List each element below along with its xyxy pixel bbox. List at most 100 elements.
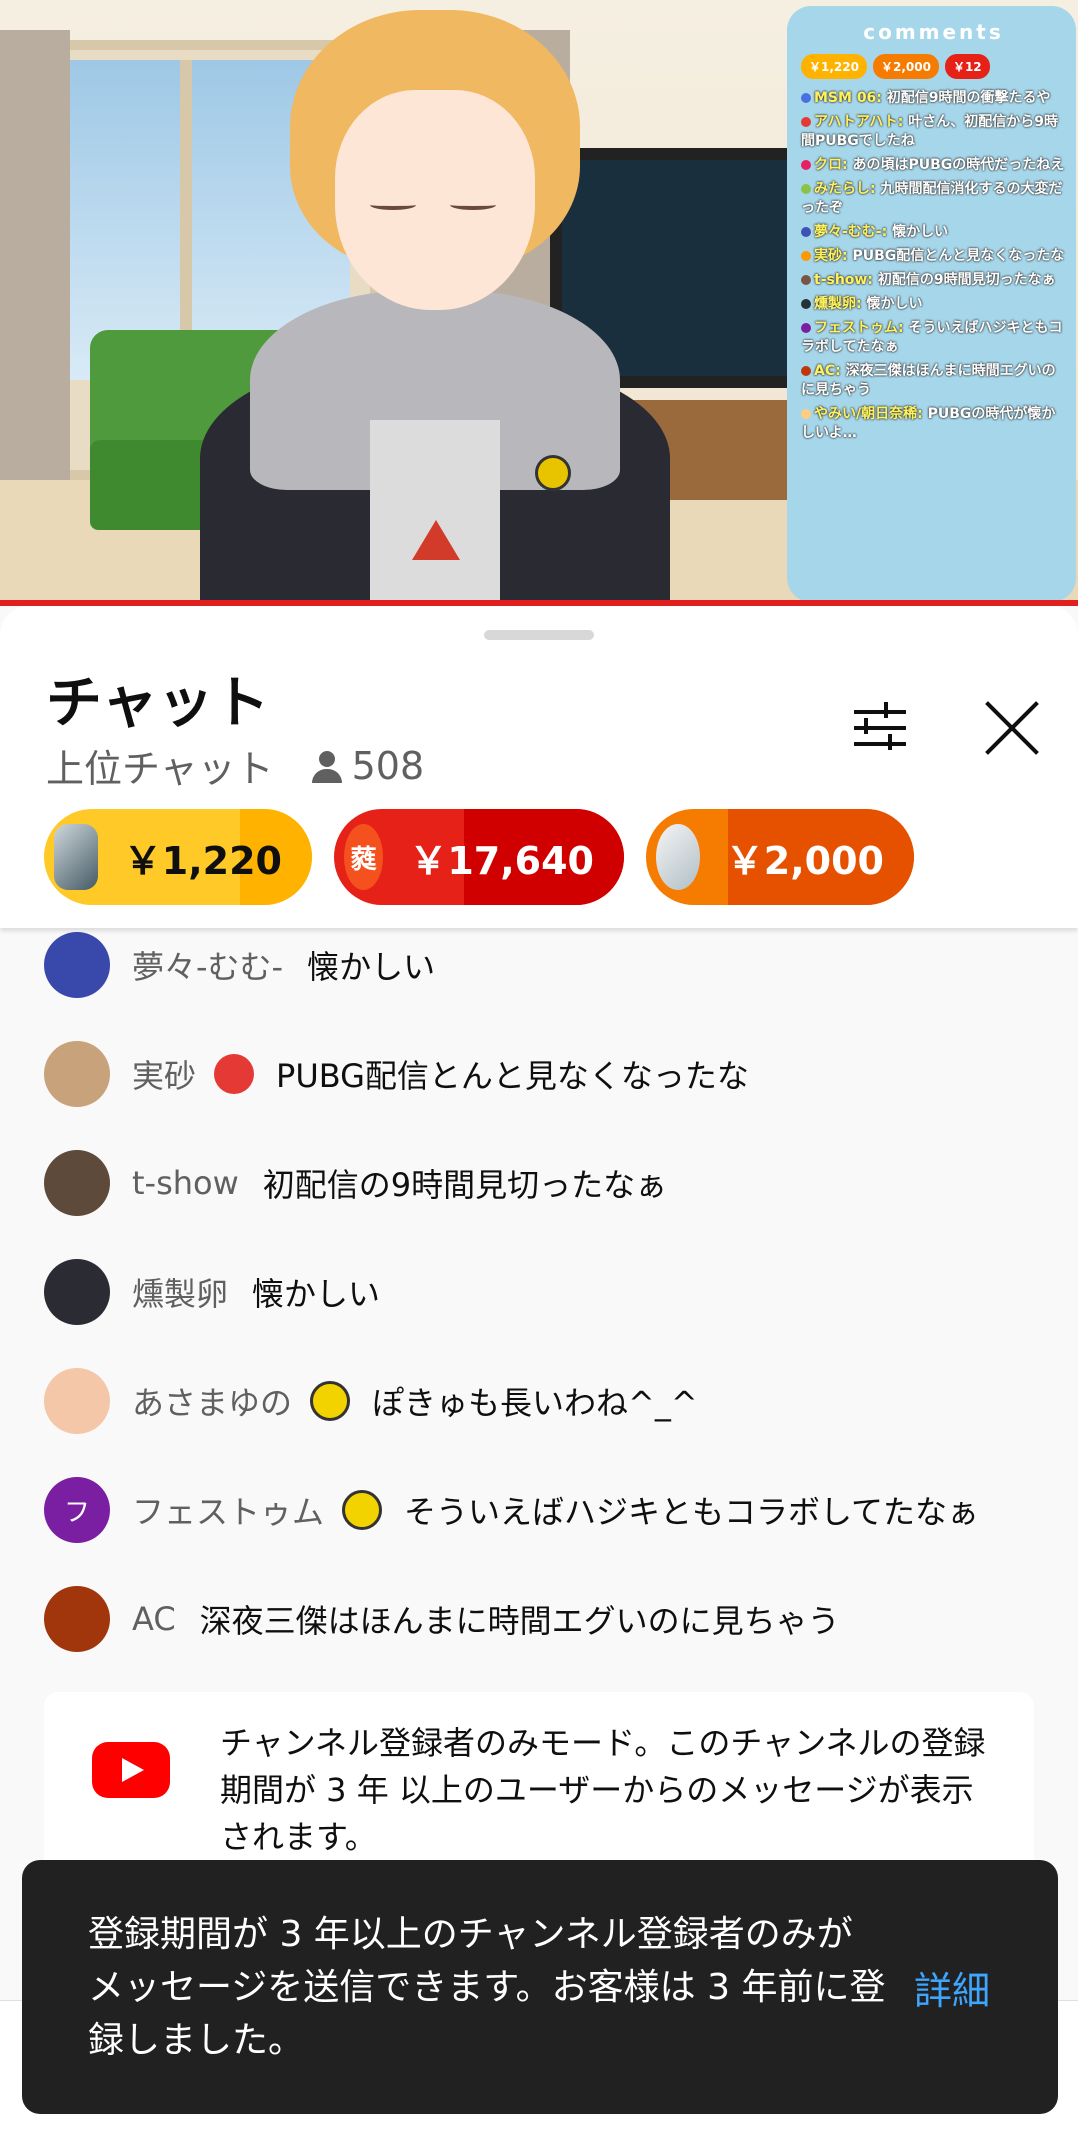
- details-link[interactable]: 詳細: [914, 1960, 990, 2015]
- avatar: [54, 824, 98, 890]
- viewer-count: 508: [351, 743, 425, 788]
- chat-message[interactable]: あさまゆの ぽきゅも長いわね^_^: [44, 1368, 698, 1434]
- avatar[interactable]: [44, 1586, 110, 1652]
- overlay-comment: t-show: 初配信の9時間見切ったなぁ: [801, 271, 1066, 290]
- overlay-comment: クロ: あの頃はPUBGの時代だったねえ: [801, 156, 1066, 175]
- super-chat-amount: ￥1,220: [123, 838, 282, 883]
- overlay-comment-author: クロ:: [814, 157, 848, 173]
- member-badge-icon: [310, 1381, 351, 1421]
- youtube-logo-icon: [92, 1742, 170, 1798]
- overlay-comment-text: 懐かしい: [892, 224, 949, 240]
- overlay-comment: 燻製卵: 懐かしい: [801, 295, 1066, 314]
- chat-message[interactable]: 夢々-むむ- 懐かしい: [44, 932, 435, 998]
- video-player[interactable]: comments ￥1,220 ￥2,000 ￥12 MSM 06: 初配信9時…: [0, 0, 1078, 606]
- overlay-chip: ￥1,220: [801, 54, 867, 79]
- overlay-comment-author: MSM 06:: [814, 90, 882, 106]
- avatar: 蕤: [344, 824, 384, 890]
- super-chat-chip[interactable]: 蕤 ￥17,640: [334, 809, 624, 905]
- person-icon: [310, 749, 344, 783]
- chat-message[interactable]: フフェストゥム そういえばハジキともコラボしてたなぁ: [44, 1477, 979, 1543]
- message-author[interactable]: フェストゥム: [132, 1487, 324, 1533]
- member-badge-icon: [342, 1490, 383, 1530]
- overlay-comment-text: PUBG配信とんと見なくなったな: [852, 248, 1065, 264]
- overlay-title: comments: [863, 20, 1004, 44]
- overlay-comment-author: 実砂:: [814, 248, 848, 264]
- avatar[interactable]: [44, 1041, 110, 1107]
- message-text: 初配信の9時間見切ったなぁ: [262, 1166, 668, 1204]
- overlay-comment: 実砂: PUBG配信とんと見なくなったな: [801, 247, 1066, 266]
- message-author[interactable]: 燻製卵: [132, 1269, 228, 1315]
- character-pin: [535, 455, 571, 491]
- overlay-comment-dot: [801, 93, 811, 103]
- chat-header: チャット 上位チャット 508 ￥1,220 蕤 ￥17,640 ￥2,000: [0, 606, 1078, 928]
- overlay-comment-dot: [801, 323, 811, 333]
- chat-message[interactable]: AC 深夜三傑はほんまに時間エグいのに見ちゃう: [44, 1586, 840, 1652]
- message-text: 深夜三傑はほんまに時間エグいのに見ちゃう: [199, 1602, 840, 1640]
- chat-message[interactable]: 燻製卵 懐かしい: [44, 1259, 380, 1325]
- super-chat-chip[interactable]: ￥2,000: [646, 809, 914, 905]
- message-text: そういえばハジキともコラボしてたなぁ: [404, 1493, 980, 1531]
- message-author[interactable]: t-show: [132, 1164, 239, 1202]
- overlay-comment-dot: [801, 251, 811, 261]
- super-chat-chip[interactable]: ￥1,220: [44, 809, 312, 905]
- overlay-comment-text: あの頃はPUBGの時代だったねえ: [852, 157, 1065, 173]
- overlay-comment-author: 燻製卵:: [814, 296, 862, 312]
- drag-handle[interactable]: [484, 630, 594, 640]
- chat-title: チャット: [46, 671, 270, 736]
- overlay-comment-dot: [801, 184, 811, 194]
- overlay-comment-text: 初配信の9時間見切ったなぁ: [877, 272, 1056, 288]
- overlay-comment-dot: [801, 366, 811, 376]
- overlay-comment-author: AC:: [814, 363, 841, 379]
- filter-button[interactable]: [850, 696, 912, 758]
- overlay-comment: MSM 06: 初配信9時間の衝撃たるや: [801, 89, 1066, 108]
- notice-text: チャンネル登録者のみモード。このチャンネルの登録期間が 3 年 以上のユーザーか…: [220, 1724, 986, 1856]
- character-face: [335, 90, 535, 310]
- scene-curtain-left: [0, 30, 70, 490]
- close-button[interactable]: [982, 698, 1042, 758]
- overlay-comment-dot: [801, 275, 811, 285]
- overlay-comment-author: やみい/朝日奈稀:: [814, 406, 923, 422]
- character-shirt: [370, 420, 500, 606]
- message-author[interactable]: 実砂: [132, 1051, 196, 1097]
- avatar[interactable]: [44, 1259, 110, 1325]
- message-text: ぽきゅも長いわね^_^: [372, 1384, 698, 1422]
- overlay-comment-dot: [801, 409, 811, 419]
- overlay-chip: ￥12: [944, 54, 990, 79]
- overlay-comment-author: 夢々-むむ-:: [814, 224, 888, 240]
- overlay-comment: やみい/朝日奈稀: PUBGの時代が懐かしいよ…: [801, 405, 1066, 443]
- super-chat-ticker: ￥1,220 蕤 ￥17,640 ￥2,000: [44, 809, 914, 905]
- overlay-comment-author: t-show:: [814, 272, 873, 288]
- character-shirt-mark: [412, 520, 460, 560]
- tomato-emoji-icon: [214, 1054, 255, 1094]
- chat-message[interactable]: 実砂 PUBG配信とんと見なくなったな: [44, 1041, 749, 1107]
- overlay-comment-dot: [801, 227, 811, 237]
- message-text: PUBG配信とんと見なくなったな: [276, 1057, 749, 1095]
- avatar[interactable]: [44, 932, 110, 998]
- message-author[interactable]: AC: [132, 1600, 176, 1638]
- overlay-comment: みたらし: 九時間配信消化するの大変だったぞ: [801, 180, 1066, 218]
- message-text: 懐かしい: [307, 948, 436, 986]
- avatar[interactable]: フ: [44, 1477, 110, 1543]
- overlay-comment-author: アハトアハト:: [814, 114, 904, 130]
- overlay-comment-text: 懐かしい: [866, 296, 923, 312]
- snackbar: 登録期間が 3 年以上のチャンネル登録者のみがメッセージを送信できます。お客様は…: [22, 1860, 1058, 2114]
- overlay-comment-author: フェストゥム:: [814, 320, 904, 336]
- chat-mode-selector[interactable]: 上位チャット 508: [46, 738, 424, 793]
- avatar[interactable]: [44, 1368, 110, 1434]
- overlay-comment-dot: [801, 299, 811, 309]
- message-text: 懐かしい: [252, 1275, 381, 1313]
- character-eye-left: [370, 200, 416, 210]
- message-author[interactable]: 夢々-むむ-: [132, 942, 283, 988]
- message-author[interactable]: あさまゆの: [132, 1378, 292, 1424]
- avatar[interactable]: [44, 1150, 110, 1216]
- super-chat-amount: ￥2,000: [725, 838, 884, 883]
- stream-comments-overlay: comments ￥1,220 ￥2,000 ￥12 MSM 06: 初配信9時…: [787, 6, 1076, 602]
- overlay-comment: AC: 深夜三傑はほんまに時間エグいのに見ちゃう: [801, 362, 1066, 400]
- avatar: [656, 824, 700, 890]
- overlay-comment-list: MSM 06: 初配信9時間の衝撃たるや アハトアハト: 叶さん、初配信から9時間…: [801, 89, 1066, 443]
- chat-message[interactable]: t-show 初配信の9時間見切ったなぁ: [44, 1150, 667, 1216]
- overlay-chip: ￥2,000: [872, 54, 939, 79]
- overlay-comment-dot: [801, 160, 811, 170]
- overlay-comment: フェストゥム: そういえばハジキともコラボしてたなぁ: [801, 319, 1066, 357]
- chat-panel: チャット 上位チャット 508 ￥1,220 蕤 ￥17,640 ￥2,000 …: [0, 606, 1078, 2136]
